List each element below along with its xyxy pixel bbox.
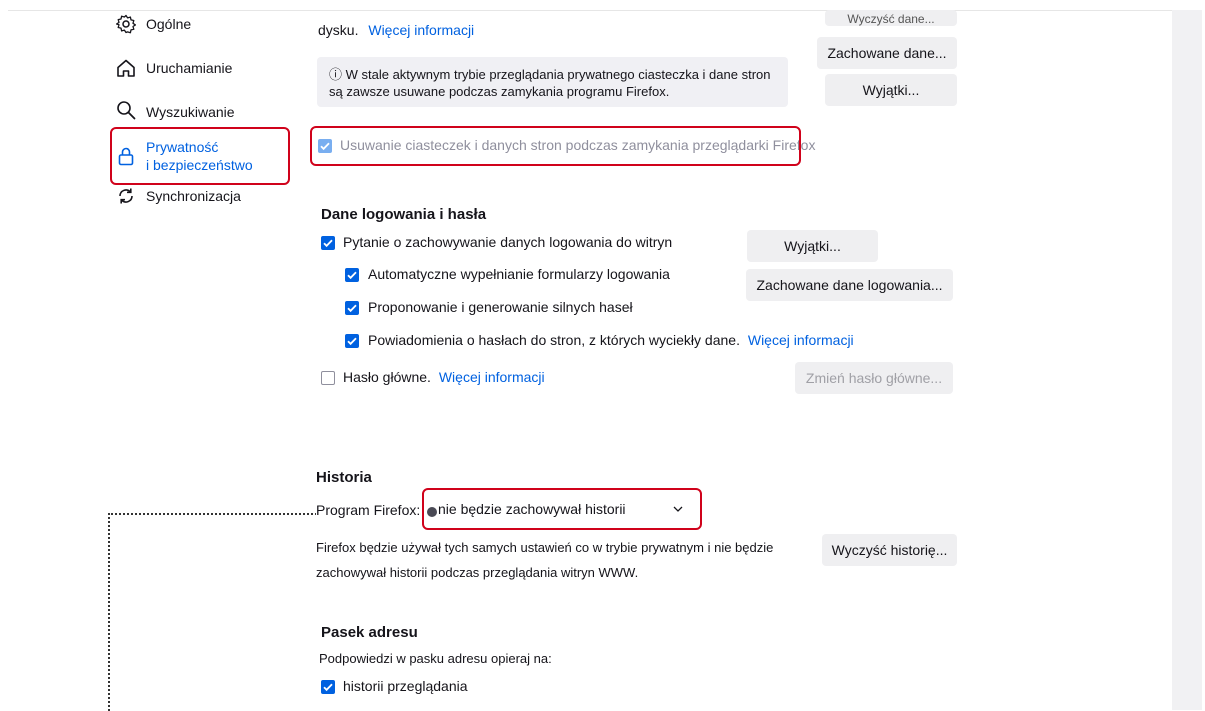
check-icon <box>347 304 357 313</box>
check-icon <box>347 271 357 280</box>
sync-icon <box>119 188 133 204</box>
breach-alerts-label: Powiadomienia o hasłach do stron, z któr… <box>368 332 740 348</box>
logins-heading: Dane logowania i hasła <box>321 206 487 223</box>
history-program-label: Program Firefox: <box>316 502 423 518</box>
sidebar-item-startup[interactable]: Uruchamianie <box>116 58 232 78</box>
saved-logins-button[interactable]: Zachowane dane logowania... <box>746 269 953 301</box>
ask-save-logins-label: Pytanie o zachowywanie danych logowania … <box>343 234 673 250</box>
master-password-text: Hasło główne. Więcej informacji <box>343 369 545 385</box>
sidebar-item-search[interactable]: Wyszukiwanie <box>116 100 235 120</box>
sidebar-item-general[interactable]: Ogólne <box>116 14 191 34</box>
master-more-info-link[interactable]: Więcej informacji <box>439 369 545 385</box>
address-bar-suggest-label: Podpowiedzi w pasku adresu opieraj na: <box>319 651 552 666</box>
disk-label: dysku. <box>318 22 359 38</box>
sidebar-item-sync[interactable]: Synchronizacja <box>116 186 241 206</box>
private-mode-notice: ⓘ W stale aktywnym trybie przeglądania p… <box>317 57 788 107</box>
ask-save-logins-checkbox[interactable] <box>321 236 335 250</box>
annotation-dot <box>427 507 437 517</box>
check-icon <box>323 683 333 692</box>
address-bar-heading: Pasek adresu <box>321 624 418 641</box>
check-icon <box>323 239 333 248</box>
gear-icon <box>116 14 136 34</box>
logins-exceptions-button[interactable]: Wyjątki... <box>747 230 878 262</box>
highlight-delete-on-close <box>310 126 801 166</box>
suggest-passwords-checkbox[interactable] <box>345 301 359 315</box>
autofill-logins-checkbox[interactable] <box>345 268 359 282</box>
annotation-dotted-vertical <box>108 513 110 711</box>
sidebar-item-label: Wyszukiwanie <box>146 104 235 120</box>
master-password-label: Hasło główne. <box>343 369 431 385</box>
history-description-line2: zachowywał historii podczas przeglądania… <box>316 565 639 580</box>
master-password-checkbox[interactable] <box>321 371 335 385</box>
change-master-password-button[interactable]: Zmień hasło główne... <box>795 362 953 394</box>
cookies-more-info-link[interactable]: Więcej informacji <box>368 22 474 38</box>
check-icon <box>347 337 357 346</box>
home-icon <box>117 59 135 77</box>
cookie-exceptions-button[interactable]: Wyjątki... <box>825 74 957 106</box>
history-description-line1: Firefox będzie używał tych samych ustawi… <box>316 540 774 555</box>
search-icon <box>117 101 136 120</box>
notice-text: ⓘ W stale aktywnym trybie przeglądania p… <box>329 67 771 99</box>
highlight-history-select <box>422 488 702 530</box>
breach-alerts-checkbox[interactable] <box>345 334 359 348</box>
history-suggestions-checkbox[interactable] <box>321 680 335 694</box>
history-heading: Historia <box>316 469 372 486</box>
history-suggestions-label: historii przeglądania <box>343 678 468 694</box>
clear-data-button[interactable]: Wyczyść dane... <box>825 10 957 26</box>
clear-history-button[interactable]: Wyczyść historię... <box>822 534 957 566</box>
disk-text: dysku. Więcej informacji <box>318 22 474 38</box>
breach-alerts-text: Powiadomienia o hasłach do stron, z któr… <box>368 332 854 348</box>
autofill-logins-label: Automatyczne wypełnianie formularzy logo… <box>368 266 670 282</box>
suggest-passwords-label: Proponowanie i generowanie silnych haseł <box>368 299 633 315</box>
sidebar-item-label: Ogólne <box>146 16 192 32</box>
saved-data-button[interactable]: Zachowane dane... <box>817 37 957 69</box>
highlight-privacy-nav <box>110 127 290 185</box>
sidebar-item-label: Synchronizacja <box>146 188 241 204</box>
sidebar-item-label: Uruchamianie <box>146 60 233 76</box>
breach-more-info-link[interactable]: Więcej informacji <box>748 332 854 348</box>
right-margin-panel <box>1172 10 1202 710</box>
